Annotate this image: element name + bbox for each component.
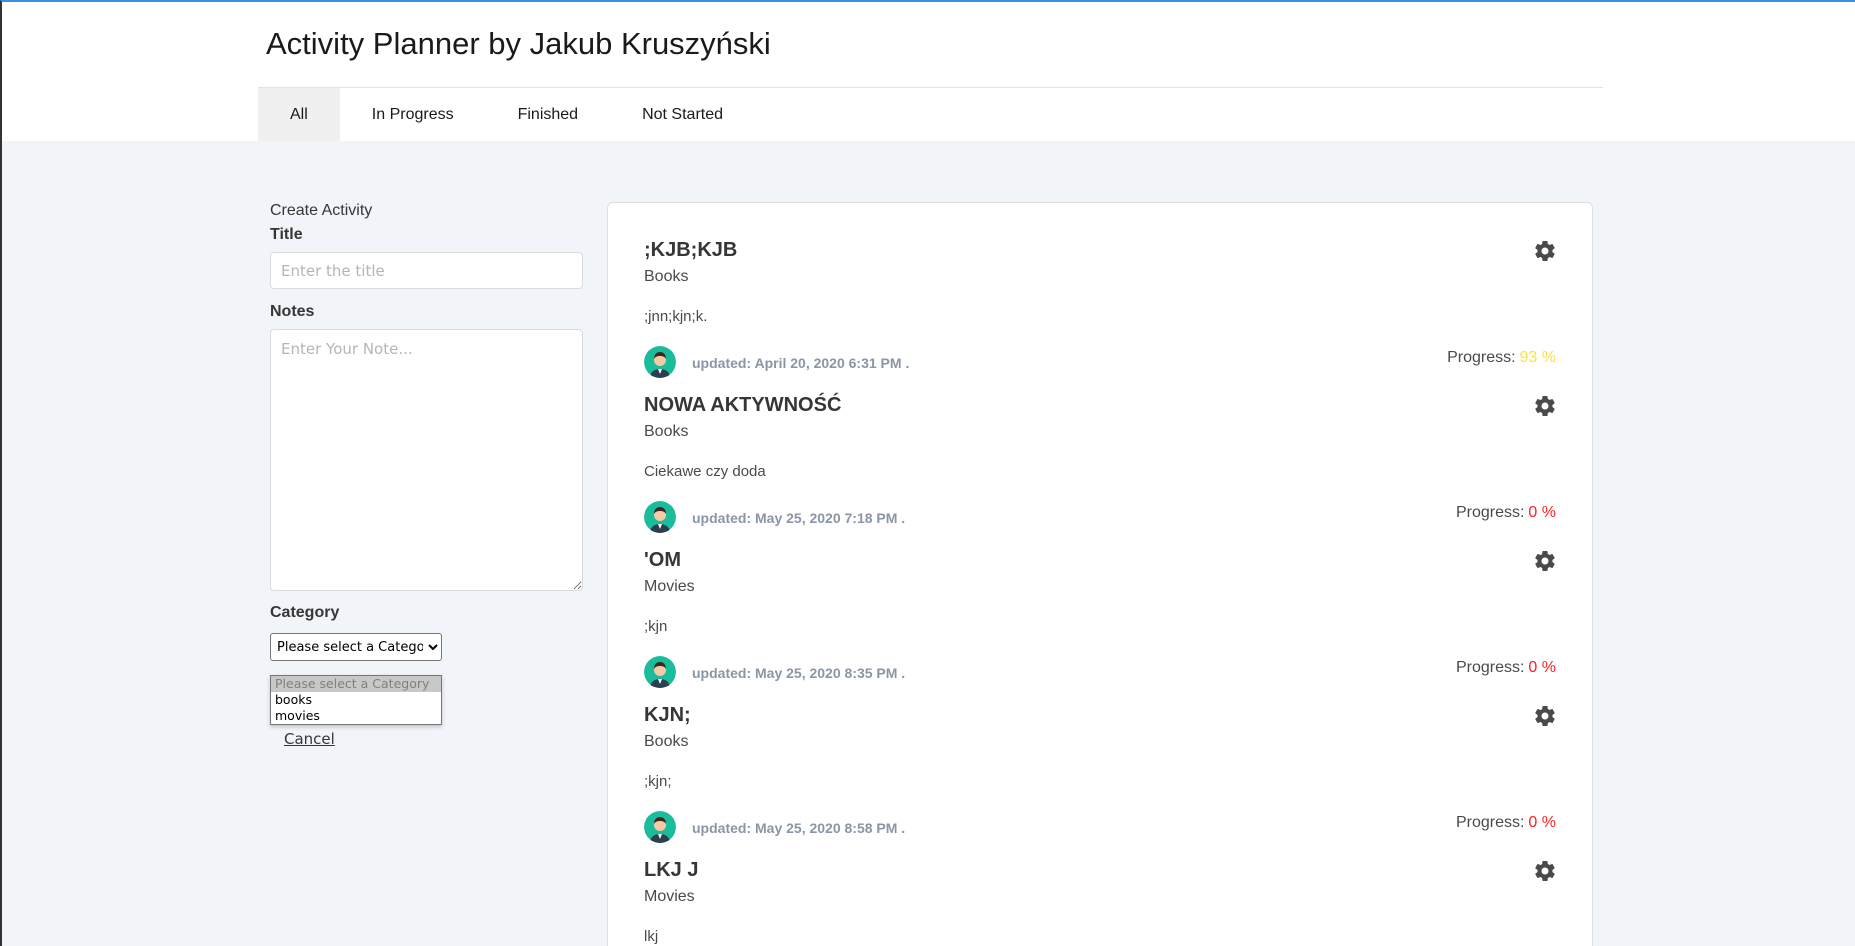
title-label: Title <box>270 226 303 243</box>
app-header: Activity Planner by Jakub Kruszyński All… <box>2 2 1855 141</box>
tab-finished[interactable]: Finished <box>486 88 610 141</box>
activity-category: Books <box>644 423 689 440</box>
create-activity-form: Create Activity Title Notes Category Ple… <box>270 202 584 748</box>
category-option-movies[interactable]: movies <box>271 708 441 724</box>
gear-icon[interactable] <box>1533 549 1557 573</box>
activity-notes: ;jnn;kjn;k. <box>644 308 708 325</box>
activity-category: Movies <box>644 888 695 905</box>
tab-all[interactable]: All <box>258 88 340 141</box>
gear-icon[interactable] <box>1533 239 1557 263</box>
activity-category: Books <box>644 733 689 750</box>
tab-in-progress[interactable]: In Progress <box>340 88 486 141</box>
activities-panel: ;KJB;KJB Books ;jnn;kjn;k. updated: Apri… <box>607 202 1593 946</box>
activity-item: KJN; Books ;kjn; updated: May 25, 2020 8… <box>608 668 1592 843</box>
activity-item: NOWA AKTYWNOŚĆ Books Ciekawe czy doda up… <box>608 358 1592 533</box>
category-select[interactable]: Please select a Category <box>270 633 442 661</box>
activity-item: LKJ J Movies lkj <box>608 823 1592 946</box>
activity-item: 'OM Movies ;kjn updated: May 25, 2020 8:… <box>608 513 1592 688</box>
activity-category: Movies <box>644 578 695 595</box>
tab-not-started[interactable]: Not Started <box>610 88 755 141</box>
activity-title: 'OM <box>644 549 681 571</box>
category-option-placeholder[interactable]: Please select a Category <box>271 676 441 692</box>
page-title: Activity Planner by Jakub Kruszyński <box>266 26 771 61</box>
gear-icon[interactable] <box>1533 859 1557 883</box>
notes-label: Notes <box>270 303 315 320</box>
activity-category: Books <box>644 268 689 285</box>
gear-icon[interactable] <box>1533 704 1557 728</box>
activity-title: LKJ J <box>644 859 699 881</box>
category-dropdown-list: Please select a Category books movies <box>270 675 442 725</box>
gear-icon[interactable] <box>1533 394 1557 418</box>
activity-notes: ;kjn; <box>644 773 672 790</box>
activity-notes: lkj <box>644 928 659 945</box>
activity-notes: Ciekawe czy doda <box>644 463 766 480</box>
activity-title: ;KJB;KJB <box>644 239 738 261</box>
activity-title: NOWA AKTYWNOŚĆ <box>644 394 842 416</box>
category-label: Category <box>270 604 340 621</box>
activity-title: KJN; <box>644 704 691 726</box>
form-heading: Create Activity <box>270 202 373 219</box>
filter-tabs: All In Progress Finished Not Started <box>258 88 755 141</box>
cancel-link[interactable]: Cancel <box>284 730 335 748</box>
category-option-books[interactable]: books <box>271 692 441 708</box>
notes-textarea[interactable] <box>270 329 583 591</box>
title-input[interactable] <box>270 252 583 289</box>
activity-item: ;KJB;KJB Books ;jnn;kjn;k. updated: Apri… <box>608 203 1592 378</box>
activity-notes: ;kjn <box>644 618 668 635</box>
